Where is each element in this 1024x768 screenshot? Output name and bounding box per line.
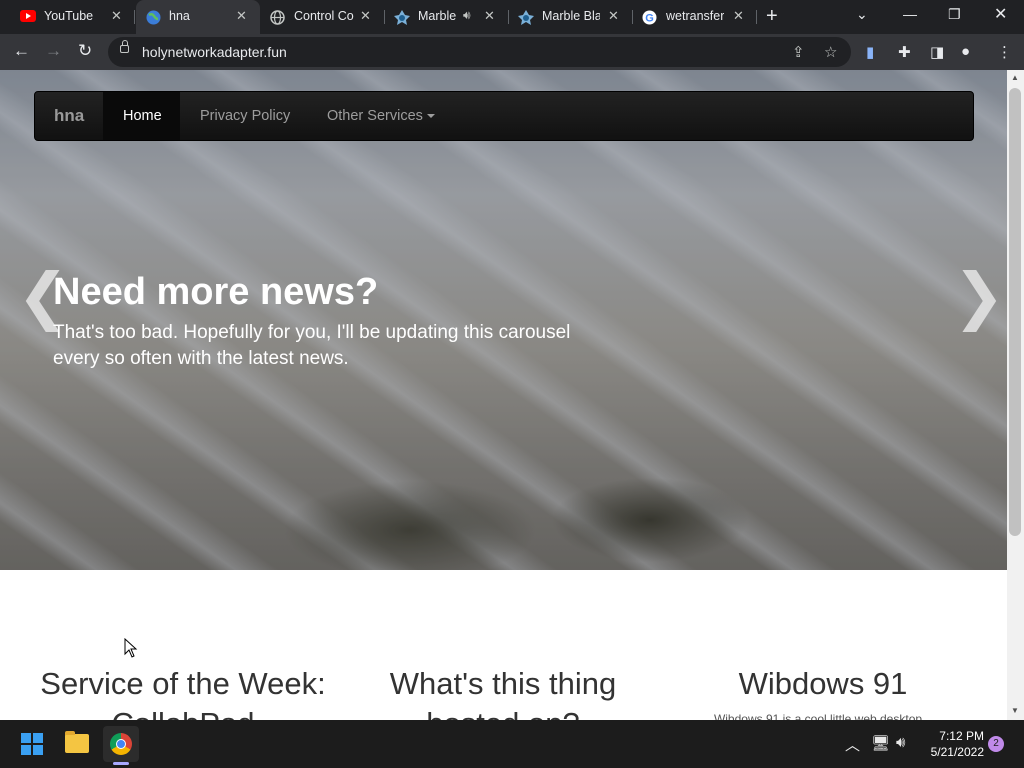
minimize-icon[interactable]: — [903,6,917,22]
forward-icon[interactable]: → [45,42,62,60]
youtube-icon [20,10,36,25]
tab-separator [632,10,633,24]
url-text[interactable]: holynetworkadapter.fun [142,44,287,60]
windows-taskbar: ︿ 🖥︎ 🔊︎ 7:12 PM 5/21/2022 2 [0,720,1024,768]
tab-title: Control Col [294,9,354,23]
reload-icon[interactable]: ↻ [78,42,92,60]
file-explorer-icon[interactable] [65,731,89,753]
address-bar[interactable]: holynetworkadapter.fun ⇪ ☆ [108,37,851,67]
nav-home-label: Home [123,108,162,124]
close-icon[interactable]: ✕ [360,8,371,24]
tab-separator [756,10,757,24]
tab-marble[interactable]: Marble 🔊︎ ✕ [386,0,508,34]
bookmark-star-icon[interactable]: ☆ [824,43,837,61]
clock-time: 7:12 PM [939,729,984,743]
carousel-headline: Need more news? [53,271,379,313]
page-viewport: hna Home Privacy Policy Other Services ❮… [0,70,1007,720]
tab-separator [508,10,509,24]
google-icon: G [642,10,657,25]
tab-separator [134,10,135,24]
scroll-down-icon[interactable]: ▼ [1011,706,1019,715]
carousel-text: That's too bad. Hopefully for you, I'll … [53,322,571,369]
active-app-indicator [113,762,129,765]
lock-icon[interactable] [120,40,129,53]
tab-control-col[interactable]: Control Col ✕ [260,0,384,34]
close-icon[interactable]: ✕ [236,8,247,24]
windows-start-icon[interactable] [21,733,43,755]
tab-title: Marble [418,9,456,23]
site-navbar: hna Home Privacy Policy Other Services [34,91,974,141]
notification-badge[interactable]: 2 [988,736,1004,752]
tab-title: YouTube [44,9,94,23]
column-title-hosting: What's this thing hosted on? [389,666,617,720]
globe-icon [146,10,161,25]
nav-other-services[interactable]: Other Services [327,108,435,124]
volume-icon[interactable]: 🔊︎ [896,734,905,751]
close-icon[interactable]: ✕ [733,8,744,24]
site-brand[interactable]: hna [54,106,84,126]
column-text-wibdows: Wibdows 91 is a cool little web desktop.… [713,712,933,720]
speaker-icon[interactable]: 🔊︎ [463,8,471,23]
chrome-icon [110,733,132,755]
hero-carousel: hna Home Privacy Policy Other Services ❮… [0,70,1007,570]
system-clock[interactable]: 7:12 PM 5/21/2022 [920,728,984,760]
chevron-up-icon[interactable]: ︿ [845,734,860,755]
tab-youtube[interactable]: YouTube ✕ [0,0,134,34]
browser-toolbar: ← → ↻ holynetworkadapter.fun ⇪ ☆ ▮ ✚ ◨ ●… [0,34,1024,70]
column-title-service: Service of the Week: CollabPad [40,666,326,720]
svg-text:G: G [645,13,654,25]
clock-date: 5/21/2022 [930,745,984,759]
extension-icon[interactable]: ▮ [866,43,874,61]
globe-icon [270,10,285,25]
nav-privacy-policy[interactable]: Privacy Policy [200,108,290,124]
menu-icon[interactable]: ⋮ [997,43,1012,61]
close-icon[interactable]: ✕ [608,8,619,24]
mouse-cursor-icon [124,638,138,658]
new-tab-button[interactable]: + [766,6,778,26]
tab-title: Marble Bla [542,9,600,23]
puzzle-icon[interactable]: ✚ [898,43,911,61]
tab-hna[interactable]: hna ✕ [136,0,260,34]
marble-icon [518,10,534,25]
scroll-up-icon[interactable]: ▲ [1011,73,1019,82]
carousel-next-button[interactable]: ❯ [953,266,1005,328]
network-icon[interactable]: 🖥︎ [871,734,890,752]
back-icon[interactable]: ← [13,42,30,60]
restore-icon[interactable]: ❐ [948,6,961,23]
profile-icon[interactable]: ● [961,43,970,60]
tab-wetransfer[interactable]: G wetransfer ✕ [634,0,756,34]
side-panel-icon[interactable]: ◨ [930,43,944,61]
tab-title: wetransfer [666,9,724,23]
tab-marble-blast[interactable]: Marble Bla ✕ [510,0,632,34]
close-icon[interactable]: ✕ [484,8,495,24]
close-window-icon[interactable]: ✕ [994,4,1007,24]
tab-strip: YouTube ✕ hna ✕ Control Col ✕ Marble 🔊︎ … [0,0,1024,34]
tab-search-icon[interactable]: ⌄ [856,6,868,23]
marble-icon [394,10,410,25]
close-icon[interactable]: ✕ [111,8,122,24]
caret-down-icon [426,114,435,119]
column-title-wibdows: Wibdows 91 [738,666,908,701]
scrollbar-thumb[interactable] [1009,88,1021,536]
nav-home[interactable]: Home [103,92,180,140]
tab-separator [384,10,385,24]
chrome-taskbar-button[interactable] [103,726,139,762]
share-icon[interactable]: ⇪ [792,43,805,61]
tab-title: hna [169,9,190,23]
nav-other-label: Other Services [327,108,423,124]
